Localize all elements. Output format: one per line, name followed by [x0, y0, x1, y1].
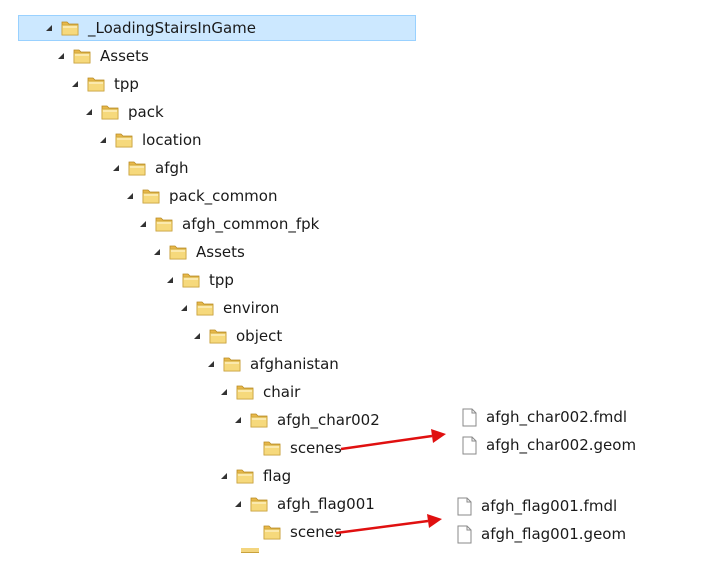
expanded-arrow-icon[interactable]	[232, 414, 244, 426]
tree-row-pack[interactable]: pack	[83, 99, 164, 125]
folder-icon	[250, 495, 268, 513]
file-name: afgh_flag001.fmdl	[481, 497, 618, 515]
folder-icon	[223, 355, 241, 373]
tree-row-afgh-flag001[interactable]: afgh_flag001	[232, 491, 375, 517]
expanded-arrow-icon[interactable]	[97, 134, 109, 146]
expanded-arrow-icon[interactable]	[178, 302, 190, 314]
tree-row-label: afgh	[155, 159, 189, 177]
tree-row-afghanistan[interactable]: afghanistan	[205, 351, 339, 377]
tree-row-pack-common[interactable]: pack_common	[124, 183, 277, 209]
file-icon	[462, 408, 477, 427]
expanded-arrow-icon[interactable]	[151, 246, 163, 258]
tree-row-label: afgh_flag001	[277, 495, 375, 513]
tree-row-object[interactable]: object	[191, 323, 282, 349]
tree-row-afgh-common-fpk[interactable]: afgh_common_fpk	[137, 211, 319, 237]
file-name: afgh_char002.fmdl	[486, 408, 628, 426]
file-item[interactable]: afgh_char002.fmdl	[462, 404, 627, 430]
tree-row-label: _LoadingStairsInGame	[88, 19, 257, 37]
file-icon	[457, 525, 472, 544]
folder-icon	[182, 271, 200, 289]
tree-row-loadingstairsingame[interactable]: _LoadingStairsInGame	[18, 15, 416, 41]
file-icon	[457, 497, 472, 516]
expanded-arrow-icon[interactable]	[191, 330, 203, 342]
tree-row-label: chair	[263, 383, 301, 401]
tree-row-label: afgh_common_fpk	[182, 215, 320, 233]
folder-icon	[115, 131, 133, 149]
expanded-arrow-icon[interactable]	[218, 470, 230, 482]
file-item[interactable]: afgh_flag001.geom	[457, 521, 626, 547]
folder-icon	[196, 299, 214, 317]
tree-row-label: Assets	[100, 47, 149, 65]
tree-row-label: flag	[263, 467, 292, 485]
folder-icon	[61, 19, 79, 37]
tree-row-afgh[interactable]: afgh	[110, 155, 189, 181]
tree-row-label: environ	[223, 299, 280, 317]
expanded-arrow-icon[interactable]	[218, 386, 230, 398]
folder-icon	[236, 383, 254, 401]
tree-row-label: tpp	[114, 75, 139, 93]
tree-row-tpp[interactable]: tpp	[69, 71, 139, 97]
expanded-arrow-icon[interactable]	[55, 50, 67, 62]
tree-row-label: pack	[128, 103, 164, 121]
file-name: afgh_char002.geom	[486, 436, 637, 454]
folder-icon	[263, 523, 281, 541]
folder-icon	[155, 215, 173, 233]
folder-icon	[87, 75, 105, 93]
file-item[interactable]: afgh_flag001.fmdl	[457, 493, 617, 519]
tree-row-label: afghanistan	[250, 355, 339, 373]
tree-row-label: scenes	[290, 523, 342, 541]
tree-row-label: Assets	[196, 243, 245, 261]
folder-icon	[209, 327, 227, 345]
partial-folder-icon	[241, 548, 259, 553]
folder-icon	[169, 243, 187, 261]
tree-row-label: afgh_char002	[277, 411, 380, 429]
expanded-arrow-icon[interactable]	[137, 218, 149, 230]
tree-row-chair[interactable]: chair	[218, 379, 300, 405]
expanded-arrow-icon[interactable]	[83, 106, 95, 118]
folder-icon	[101, 103, 119, 121]
expanded-arrow-icon[interactable]	[110, 162, 122, 174]
expanded-arrow-icon[interactable]	[43, 22, 55, 34]
expanded-arrow-icon[interactable]	[164, 274, 176, 286]
expanded-arrow-icon[interactable]	[205, 358, 217, 370]
folder-icon	[73, 47, 91, 65]
expanded-arrow-icon[interactable]	[232, 498, 244, 510]
tree-row-scenes[interactable]: scenes	[245, 519, 342, 545]
expanded-arrow-icon[interactable]	[69, 78, 81, 90]
tree-row-label: pack_common	[169, 187, 278, 205]
tree-row-tpp[interactable]: tpp	[164, 267, 234, 293]
tree-row-afgh-char002[interactable]: afgh_char002	[232, 407, 380, 433]
file-item[interactable]: afgh_char002.geom	[462, 432, 636, 458]
file-name: afgh_flag001.geom	[481, 525, 627, 543]
folder-icon	[250, 411, 268, 429]
folder-icon	[128, 159, 146, 177]
tree-row-label: object	[236, 327, 283, 345]
expanded-arrow-icon[interactable]	[124, 190, 136, 202]
empty-expander	[245, 526, 257, 538]
tree-row-label: tpp	[209, 271, 234, 289]
tree-row-environ[interactable]: environ	[178, 295, 279, 321]
tree-row-assets[interactable]: Assets	[151, 239, 245, 265]
tree-row-label: scenes	[290, 439, 342, 457]
folder-icon	[236, 467, 254, 485]
folder-icon	[263, 439, 281, 457]
tree-row-label: location	[142, 131, 202, 149]
file-icon	[462, 436, 477, 455]
folder-icon	[142, 187, 160, 205]
empty-expander	[245, 442, 257, 454]
tree-row-flag[interactable]: flag	[218, 463, 291, 489]
tree-row-scenes[interactable]: scenes	[245, 435, 342, 461]
tree-row-location[interactable]: location	[97, 127, 202, 153]
tree-row-assets[interactable]: Assets	[55, 43, 149, 69]
